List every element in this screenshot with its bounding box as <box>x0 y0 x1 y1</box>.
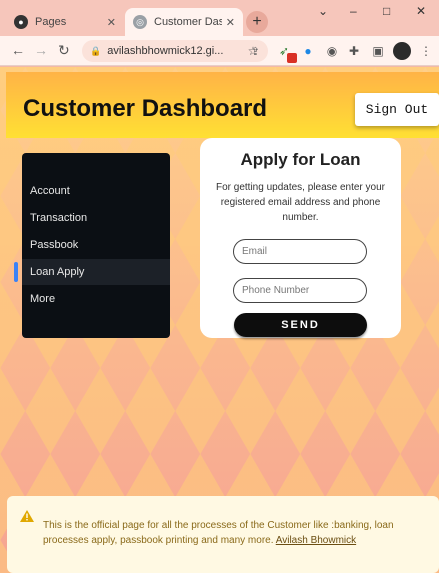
sidebar-item-label: Transaction <box>30 212 88 224</box>
forward-icon[interactable]: → <box>34 42 48 58</box>
loan-description: For getting updates, please enter your r… <box>216 182 385 223</box>
header: Customer Dashboard Sign Out <box>6 72 439 138</box>
extension-icon[interactable]: ◉ <box>324 43 340 59</box>
phone-number-field[interactable] <box>233 278 367 303</box>
loan-apply-card: Apply for Loan For getting updates, plea… <box>200 138 401 338</box>
url-text: avilashbhowmick12.gi... <box>107 45 224 57</box>
sidebar-item-label: Account <box>30 185 70 197</box>
extension-badge <box>287 53 297 63</box>
tab-label: Customer Dashb <box>154 16 222 28</box>
footer-text: This is the official page for all the pr… <box>43 518 423 548</box>
avatar[interactable] <box>393 42 411 60</box>
tab-search-icon[interactable]: ⌄ <box>318 4 328 18</box>
extension-icon[interactable]: ● <box>300 43 316 59</box>
page-viewport: Customer Dashboard Sign Out Account Tran… <box>0 67 439 573</box>
browser-toolbar: ← → ↻ 🔒 avilashbhowmick12.gi... ⇪ ☆ ➶ ● … <box>0 36 439 66</box>
bookmark-star-icon[interactable]: ☆ <box>245 43 261 59</box>
active-indicator <box>14 262 18 282</box>
tab-customer-dashboard[interactable]: ◎ Customer Dashb ✕ <box>125 8 243 36</box>
globe-icon: ◎ <box>133 15 147 29</box>
maximize-button[interactable]: □ <box>383 4 390 18</box>
page-title: Customer Dashboard <box>23 95 268 122</box>
send-button[interactable]: SEND <box>234 313 367 337</box>
lock-icon: 🔒 <box>90 45 102 56</box>
sidebar-item-transaction[interactable]: Transaction <box>22 205 170 231</box>
address-bar[interactable]: 🔒 avilashbhowmick12.gi... ⇪ <box>82 40 268 62</box>
close-icon[interactable]: ✕ <box>107 16 116 29</box>
back-icon[interactable]: ← <box>11 42 25 58</box>
side-panel-icon[interactable]: ▣ <box>370 43 386 59</box>
sidebar-item-passbook[interactable]: Passbook <box>22 232 170 258</box>
sign-out-button[interactable]: Sign Out <box>355 93 439 126</box>
sidebar-item-loan-apply[interactable]: Loan Apply <box>14 259 170 285</box>
warning-icon <box>20 510 34 522</box>
puzzle-icon[interactable]: ✚ <box>346 43 362 59</box>
sidebar-item-label: Loan Apply <box>30 266 85 278</box>
footer-notice: This is the official page for all the pr… <box>7 496 439 573</box>
email-field[interactable] <box>233 239 367 264</box>
sidebar-item-more[interactable]: More <box>22 286 170 312</box>
tab-pages[interactable]: ● Pages ✕ <box>6 8 124 36</box>
sidebar-item-account[interactable]: Account <box>22 178 170 204</box>
minimize-button[interactable]: – <box>350 4 357 18</box>
author-link[interactable]: Avilash Bhowmick <box>276 535 356 546</box>
browser-tab-bar: ● Pages ✕ ◎ Customer Dashb ✕ + ⌄ – □ ✕ <box>0 0 439 36</box>
new-tab-button[interactable]: + <box>246 11 268 33</box>
sidebar-item-label: Passbook <box>30 239 79 251</box>
close-icon[interactable]: ✕ <box>226 16 235 29</box>
window-close-button[interactable]: ✕ <box>416 4 426 18</box>
tab-label: Pages <box>35 16 67 28</box>
sidebar: Account Transaction Passbook Loan Apply … <box>14 153 170 338</box>
loan-title: Apply for Loan <box>240 150 361 169</box>
reload-icon[interactable]: ↻ <box>58 42 70 59</box>
github-icon: ● <box>14 15 28 29</box>
sidebar-item-label: More <box>30 293 56 305</box>
menu-dots-icon[interactable]: ⋮ <box>418 43 434 59</box>
